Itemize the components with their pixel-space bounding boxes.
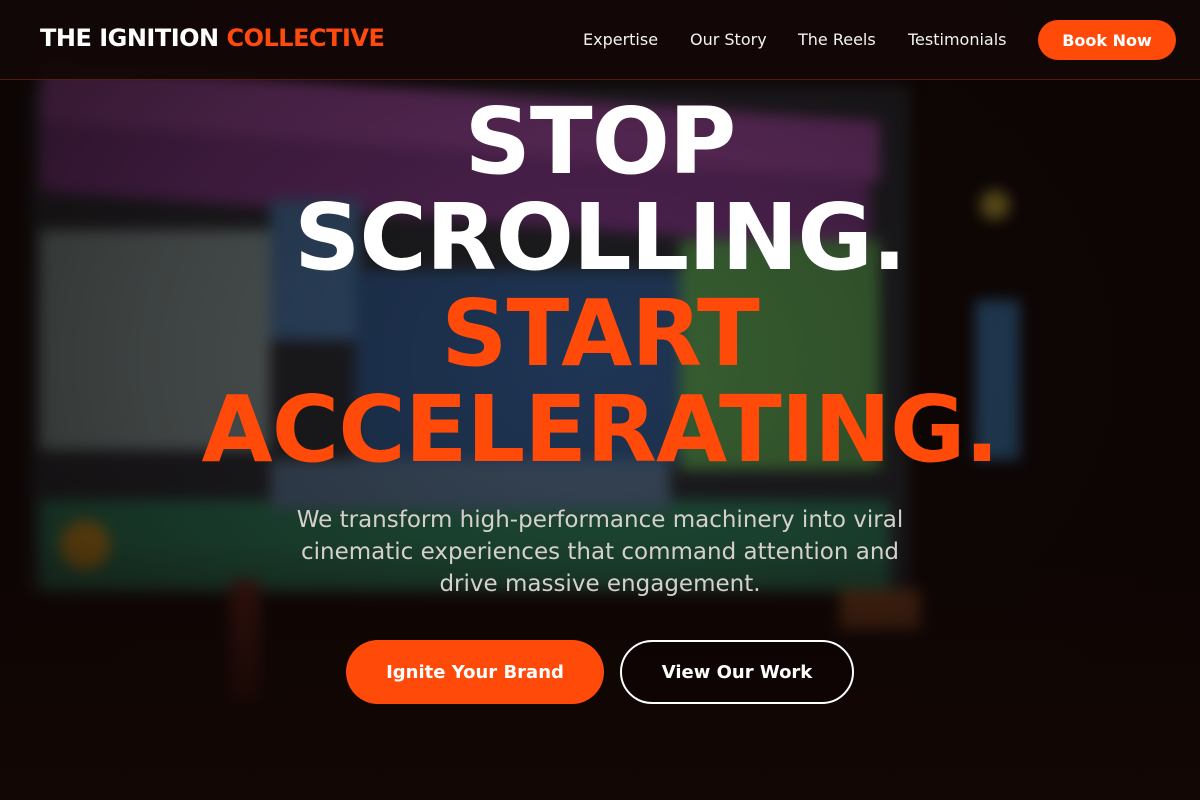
headline-line-start: START (441, 280, 760, 387)
view-our-work-button[interactable]: View Our Work (620, 640, 854, 704)
nav-link-our-story[interactable]: Our Story (690, 30, 767, 49)
nav-link-testimonials[interactable]: Testimonials (908, 30, 1007, 49)
book-now-button[interactable]: Book Now (1038, 20, 1176, 60)
headline-line-scrolling: SCROLLING. (294, 184, 907, 291)
hero-headline: STOP SCROLLING. START ACCELERATING. (0, 94, 1200, 478)
nav-link-the-reels[interactable]: The Reels (798, 30, 876, 49)
nav-link-expertise[interactable]: Expertise (583, 30, 658, 49)
brand-name-accent: COLLECTIVE (226, 24, 385, 52)
brand-logo[interactable]: THE IGNITION COLLECTIVE (40, 24, 385, 52)
brand-name-primary: THE IGNITION (40, 24, 219, 52)
hero-subtitle: We transform high-performance machinery … (296, 507, 904, 597)
top-nav: THE IGNITION COLLECTIVE Expertise Our St… (0, 0, 1200, 80)
ignite-your-brand-button[interactable]: Ignite Your Brand (346, 640, 604, 704)
headline-line-stop: STOP (464, 88, 737, 195)
headline-line-accelerating: ACCELERATING. (201, 376, 1000, 483)
